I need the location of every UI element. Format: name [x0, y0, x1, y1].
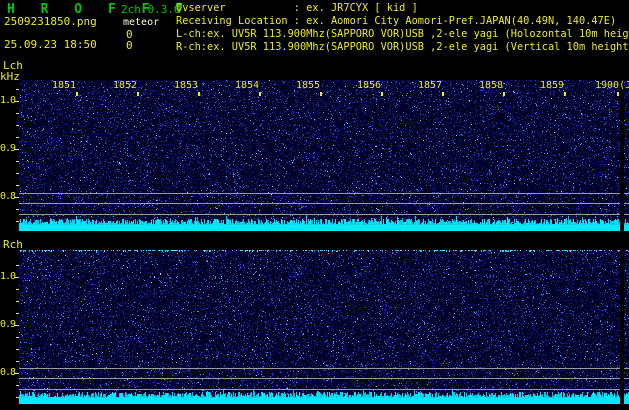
freq-tick-label: 0.8	[0, 367, 16, 378]
output-filename: 2509231850.png	[4, 15, 97, 28]
minute-tick	[617, 92, 619, 96]
freq-minor-tick	[16, 173, 19, 174]
freq-major-tick	[14, 373, 19, 374]
freq-minor-tick	[16, 137, 19, 138]
freq-minor-tick	[16, 265, 19, 266]
freq-minor-tick	[16, 125, 19, 126]
lch-spectrogram	[19, 80, 629, 231]
time-label: 1853	[174, 80, 199, 91]
freq-minor-tick	[16, 301, 19, 302]
rch-receiver-line: R-ch:ex. UV5R 113.900Mhz(SAPPORO VOR)USB…	[176, 41, 629, 53]
minute-tick	[259, 92, 261, 96]
freq-tick-label: 0.8	[0, 191, 16, 202]
rch-spectrogram	[19, 250, 629, 404]
freq-minor-tick	[16, 397, 19, 398]
time-label: 1859	[540, 80, 565, 91]
freq-major-tick	[14, 149, 19, 150]
date-time: 25.09.23 18:50	[4, 38, 97, 51]
time-label: 1856	[357, 80, 382, 91]
time-label: 1851	[52, 80, 77, 91]
receiving-location-line: Receiving Location : ex. Aomori City Aom…	[176, 15, 617, 27]
freq-major-tick	[14, 197, 19, 198]
freq-minor-tick	[16, 113, 19, 114]
time-label: 1852	[113, 80, 138, 91]
freq-major-tick	[14, 101, 19, 102]
minute-tick	[76, 92, 78, 96]
freq-minor-tick	[16, 161, 19, 162]
time-label: 1858	[479, 80, 504, 91]
observer-line: Ovserver : ex. JR7CYX [ kid ]	[176, 2, 418, 14]
hrofft-window: H R O F F T 2ch 0.3.0 2509231850.png met…	[0, 0, 629, 410]
minute-tick	[381, 92, 383, 96]
freq-major-tick	[14, 325, 19, 326]
freq-minor-tick	[16, 361, 19, 362]
freq-tick-label: 1.0	[0, 271, 16, 282]
freq-minor-tick	[16, 337, 19, 338]
freq-minor-tick	[16, 209, 19, 210]
minute-tick	[442, 92, 444, 96]
minute-tick	[320, 92, 322, 96]
freq-minor-tick	[16, 221, 19, 222]
freq-minor-tick	[16, 349, 19, 350]
freq-tick-label: 0.9	[0, 143, 16, 154]
freq-major-tick	[14, 277, 19, 278]
frequency-unit-label: kHz	[0, 70, 20, 83]
freq-minor-tick	[16, 185, 19, 186]
lch-receiver-line: L-ch:ex. UV5R 113.900Mhz(SAPPORO VOR)USB…	[176, 28, 629, 40]
time-label: 1854	[235, 80, 260, 91]
freq-minor-tick	[16, 313, 19, 314]
minute-tick	[198, 92, 200, 96]
app-version: 2ch 0.3.0	[121, 3, 181, 16]
freq-minor-tick	[16, 385, 19, 386]
minute-tick	[564, 92, 566, 96]
time-end-label: 1900(JST)	[595, 80, 629, 91]
time-label: 1857	[418, 80, 443, 91]
freq-tick-label: 0.9	[0, 319, 16, 330]
time-label: 1855	[296, 80, 321, 91]
freq-tick-label: 1.0	[0, 95, 16, 106]
freq-minor-tick	[16, 289, 19, 290]
echo-count-2: 0	[126, 39, 133, 52]
freq-minor-tick	[16, 89, 19, 90]
minute-tick	[137, 92, 139, 96]
minute-tick	[503, 92, 505, 96]
mode-label: meteor	[123, 17, 160, 28]
